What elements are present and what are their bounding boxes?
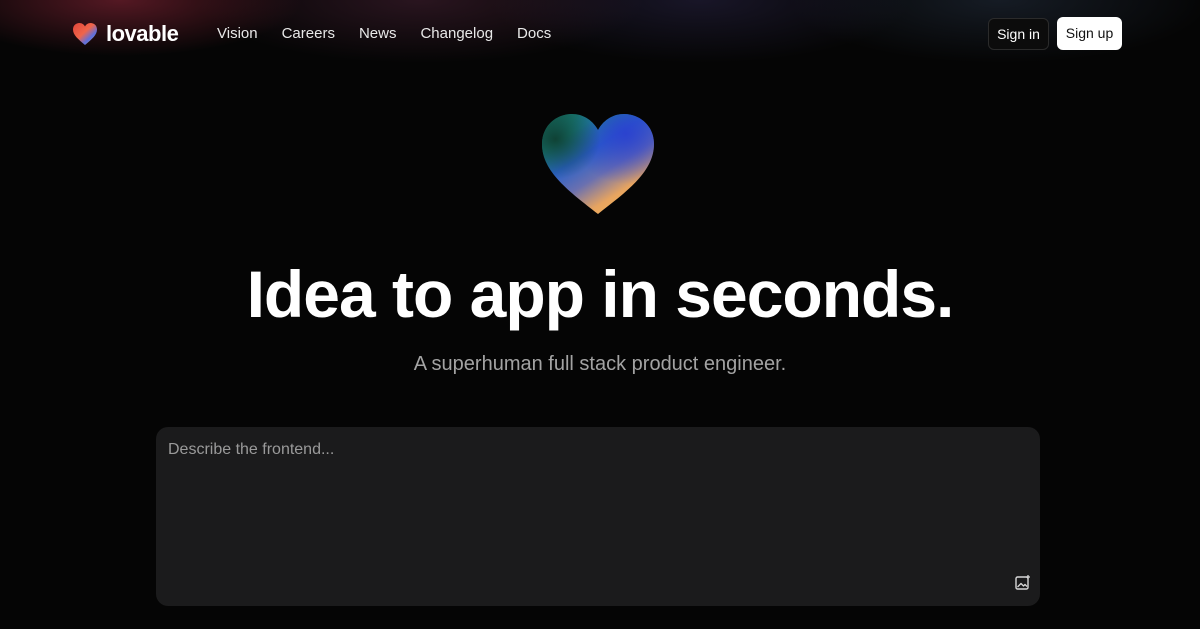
hero-subheadline: A superhuman full stack product engineer… — [413, 353, 787, 375]
hero-headline: Idea to app in seconds. — [246, 257, 955, 331]
page: lovable Vision Careers News Changelog Do… — [0, 0, 1200, 629]
site-header: lovable Vision Careers News Changelog Do… — [0, 0, 1200, 68]
brand-name: lovable — [106, 21, 179, 46]
hero-heart-icon — [542, 114, 654, 214]
nav-item-changelog[interactable]: Changelog — [420, 24, 493, 44]
prompt-box — [156, 427, 1040, 606]
heart-logo-icon — [73, 23, 97, 45]
nav-item-news[interactable]: News — [359, 24, 397, 44]
nav-item-careers[interactable]: Careers — [282, 24, 335, 44]
nav-item-vision[interactable]: Vision — [217, 24, 258, 44]
main-nav: Vision Careers News Changelog Docs — [217, 24, 551, 44]
prompt-input[interactable] — [168, 439, 1008, 569]
image-attach-icon[interactable] — [1014, 574, 1032, 592]
sign-up-button[interactable]: Sign up — [1057, 17, 1122, 50]
brand-logo[interactable]: lovable — [72, 20, 179, 48]
sign-in-button[interactable]: Sign in — [988, 18, 1049, 50]
nav-item-docs[interactable]: Docs — [517, 24, 551, 44]
